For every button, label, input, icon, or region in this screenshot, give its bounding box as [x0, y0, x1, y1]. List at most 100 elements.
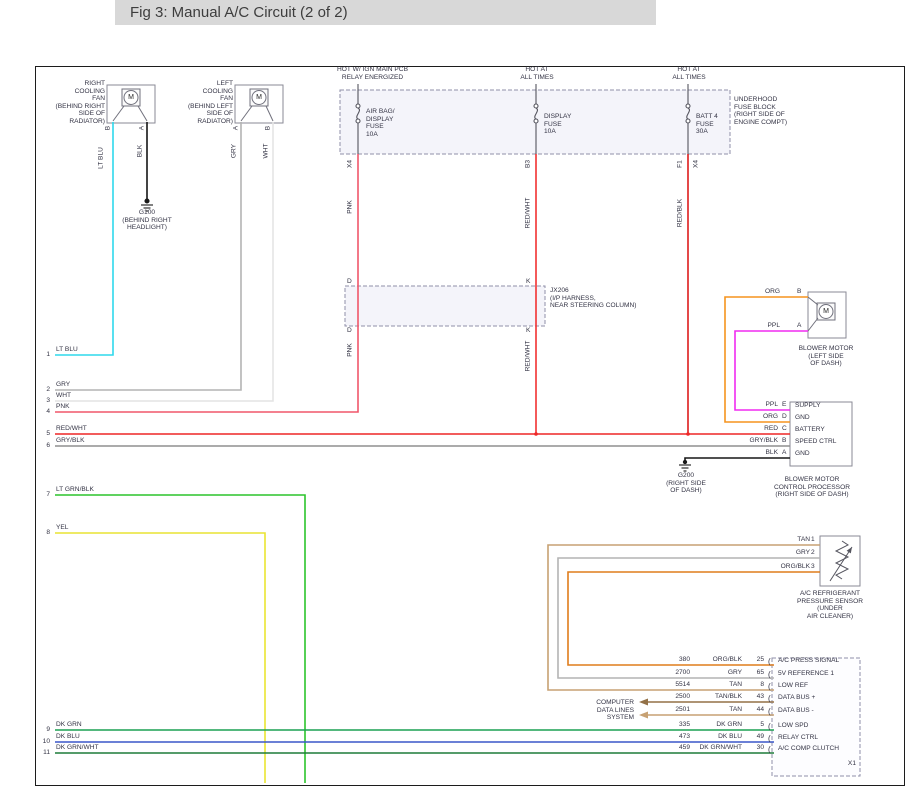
conn-circuit-2500: 2500: [658, 693, 690, 701]
junction-red-wht: [534, 432, 538, 436]
left-fan-motor-m: M: [252, 94, 266, 102]
conn-pin-25: 25: [746, 656, 764, 664]
conn-pin-8: 8: [746, 681, 764, 689]
sensor-pin-3: 3: [811, 563, 819, 571]
jx206-box: [345, 286, 545, 326]
wire-red-blk-label: RED/BLK: [676, 199, 684, 227]
jx206-pin-d-top: D: [347, 278, 355, 286]
conn-pin-5: 5: [746, 721, 764, 729]
conn-bracket-1: (: [768, 671, 771, 679]
right-fan-pin-b: B: [104, 126, 112, 130]
conn-pin-30: 30: [746, 744, 764, 752]
wire-org-blk-sensor: [568, 572, 820, 665]
fuse-3-label: BATT 4 FUSE 30A: [696, 113, 738, 136]
junction-red-blk: [686, 432, 690, 436]
processor-label: BLOWER MOTOR CONTROL PROCESSOR (RIGHT SI…: [760, 476, 864, 499]
conn-fn-5vref: 5V REFERENCE 1: [778, 670, 860, 678]
conn-pin-43: 43: [746, 693, 764, 701]
row-num-11: 11: [36, 749, 50, 757]
fuse-pin-x4-left: X4: [346, 160, 354, 168]
g100-label: G100 (BEHIND RIGHT HEADLIGHT): [112, 209, 182, 232]
row-label-pnk: PNK: [56, 403, 136, 411]
conn-circuit-335: 335: [658, 721, 690, 729]
g200-ground-icon: [679, 460, 691, 471]
proc-pin-b: B: [782, 437, 790, 445]
blower-pin-a: A: [797, 322, 805, 330]
conn-fn-relayctrl: RELAY CTRL: [778, 734, 860, 742]
sensor-wire-gry: GRY: [768, 549, 810, 557]
wire-ppl: [735, 331, 808, 410]
right-fan-wire-ltblu-label: LT BLU: [97, 147, 105, 169]
conn-bracket-3: (: [768, 695, 771, 703]
conn-circuit-473: 473: [658, 733, 690, 741]
sensor-pin-2: 2: [811, 549, 819, 557]
proc-pin-e: E: [782, 401, 790, 409]
row-num-9: 9: [36, 726, 50, 734]
proc-pin-c: C: [782, 425, 790, 433]
jx206-pin-k-top: K: [526, 278, 534, 286]
left-fan-wire-wht-label: WHT: [262, 143, 270, 158]
row-label-dkgrn: DK GRN: [56, 721, 136, 729]
jx206-pin-k-bottom: K: [526, 327, 534, 335]
row-num-6: 6: [36, 442, 50, 450]
proc-wire-ppl: PPL: [736, 401, 778, 409]
fuse-feed-3-label: HOT AT ALL TIMES: [663, 66, 715, 81]
blower-pin-b: B: [797, 288, 805, 296]
left-fan-wire-gry-label: GRY: [230, 144, 238, 158]
fuse-block-name: UNDERHOOD FUSE BLOCK (RIGHT SIDE OF ENGI…: [734, 96, 806, 126]
jx206-wire-pnk-label: PNK: [346, 343, 354, 357]
conn-color-2501: TAN: [694, 706, 742, 714]
proc-fn-gnd1: GND: [795, 414, 851, 422]
row-label-ltgrnblk: LT GRN/BLK: [56, 486, 136, 494]
jx206-wire-redwht-label: RED/WHT: [524, 341, 532, 372]
proc-fn-battery: BATTERY: [795, 426, 851, 434]
wire-pnk: [55, 154, 358, 412]
left-fan-label: LEFT COOLING FAN (BEHIND LEFT SIDE OF RA…: [179, 80, 233, 125]
conn-bracket-6: (: [768, 735, 771, 743]
row-num-3: 3: [36, 397, 50, 405]
proc-fn-speedctrl: SPEED CTRL: [795, 438, 851, 446]
conn-circuit-380: 380: [658, 656, 690, 664]
conn-fn-databus-plus: DATA BUS +: [778, 694, 860, 702]
conn-circuit-459: 459: [658, 744, 690, 752]
conn-fn-lowspd: LOW SPD: [778, 722, 860, 730]
left-fan-pin-b: B: [264, 126, 272, 130]
conn-fn-acpress: A/C PRESS SIGNAL: [778, 657, 860, 665]
proc-pin-a: A: [782, 449, 790, 457]
conn-fn-databus-minus: DATA BUS -: [778, 707, 860, 715]
row-num-5: 5: [36, 430, 50, 438]
conn-color-335: DK GRN: [694, 721, 742, 729]
proc-pin-d: D: [782, 413, 790, 421]
conn-color-2700: GRY: [694, 669, 742, 677]
row-label-dkblu: DK BLU: [56, 733, 136, 741]
fuse-2-label: DISPLAY FUSE 10A: [544, 113, 586, 136]
conn-color-459: DK GRN/WHT: [694, 744, 742, 752]
row-label-dkgrnwht: DK GRN/WHT: [56, 744, 136, 752]
row-num-2: 2: [36, 386, 50, 394]
row-num-7: 7: [36, 491, 50, 499]
connector-x1-id: X1: [836, 760, 856, 768]
row-label-gryblk: GRY/BLK: [56, 437, 136, 445]
fuse-feed-2-label: HOT AT ALL TIMES: [511, 66, 563, 81]
row-label-wht: WHT: [56, 392, 136, 400]
jx206-label: JX206 (I/P HARNESS, NEAR STEERING COLUMN…: [550, 287, 660, 310]
row-label-redwht: RED/WHT: [56, 425, 136, 433]
conn-pin-65: 65: [746, 669, 764, 677]
sensor-wire-orgblk: ORG/BLK: [768, 563, 810, 571]
g200-label: G200 (RIGHT SIDE OF DASH): [655, 472, 717, 495]
row-num-4: 4: [36, 408, 50, 416]
conn-bracket-0: (: [768, 658, 771, 666]
sensor-pin-1: 1: [811, 536, 819, 544]
fuse-pin-f1: F1: [676, 160, 684, 168]
row-num-10: 10: [36, 738, 50, 746]
conn-bracket-2: (: [768, 683, 771, 691]
proc-fn-gnd2: GND: [795, 450, 851, 458]
row-label-ltblu: LT BLU: [56, 346, 136, 354]
conn-color-380: ORG/BLK: [694, 656, 742, 664]
conn-bracket-4: (: [768, 708, 771, 716]
blower-wire-ppl-label: PPL: [750, 322, 780, 330]
conn-color-5514: TAN: [694, 681, 742, 689]
proc-fn-supply: SUPPLY: [795, 402, 851, 410]
wire-pnk-label: PNK: [346, 200, 354, 214]
conn-fn-accomp: A/C COMP CLUTCH: [778, 745, 860, 753]
